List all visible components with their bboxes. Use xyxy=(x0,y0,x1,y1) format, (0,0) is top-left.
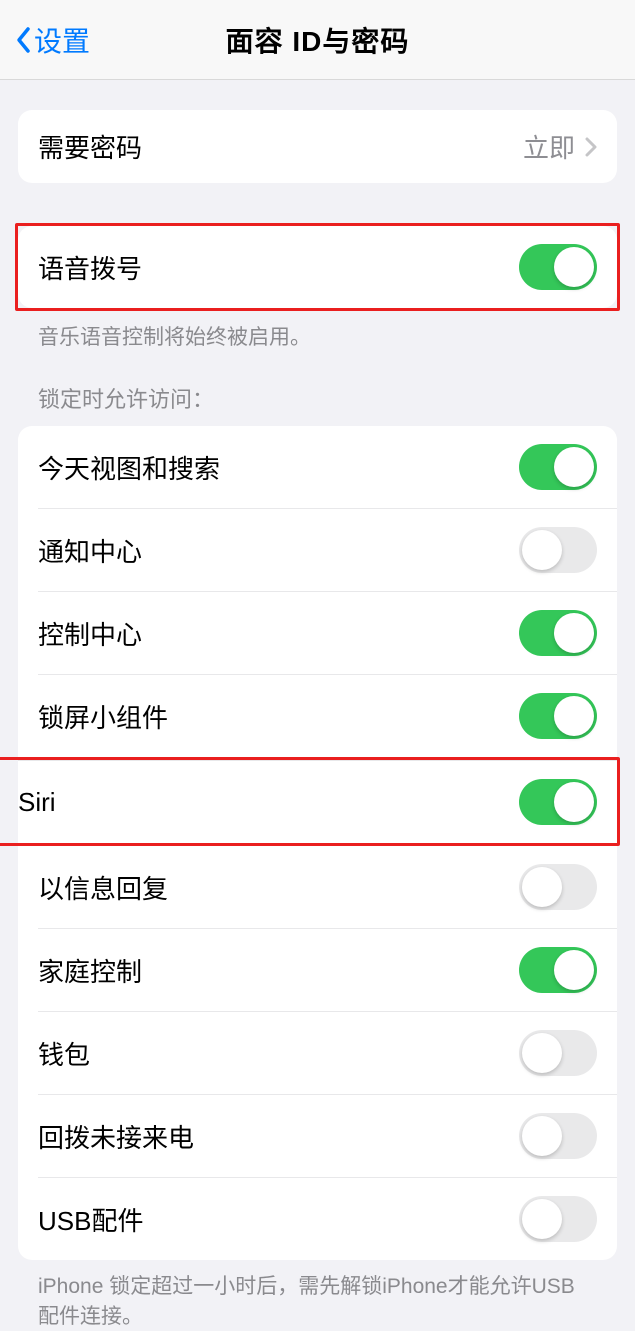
back-label: 设置 xyxy=(34,20,90,60)
toggle-usb配件[interactable] xyxy=(519,1196,597,1242)
locked-access-row-通知中心: 通知中心 xyxy=(38,508,617,591)
locked-access-label: 回拨未接来电 xyxy=(38,1118,194,1155)
toggle-钱包[interactable] xyxy=(519,1030,597,1076)
locked-access-row-今天视图和搜索: 今天视图和搜索 xyxy=(18,426,617,508)
locked-access-label: 家庭控制 xyxy=(38,952,142,989)
toggle-knob xyxy=(522,867,562,907)
locked-access-row-钱包: 钱包 xyxy=(38,1011,617,1094)
locked-access-label: Siri xyxy=(18,787,56,818)
toggle-knob xyxy=(554,613,594,653)
toggle-家庭控制[interactable] xyxy=(519,947,597,993)
voice-dial-row: 语音拨号 xyxy=(18,226,617,308)
require-passcode-row[interactable]: 需要密码 立即 xyxy=(18,110,617,183)
locked-access-row-家庭控制: 家庭控制 xyxy=(38,928,617,1011)
content: 需要密码 立即 语音拨号 音乐语音控制将始终被启用。 锁定时允许访 xyxy=(0,80,635,1331)
locked-access-label: USB配件 xyxy=(38,1201,143,1238)
locked-access-row-usb配件: USB配件 xyxy=(38,1177,617,1260)
locked-access-row-锁屏小组件: 锁屏小组件 xyxy=(38,674,617,757)
locked-access-row-回拨未接来电: 回拨未接来电 xyxy=(38,1094,617,1177)
locked-access-label: 钱包 xyxy=(38,1035,90,1072)
toggle-knob xyxy=(554,447,594,487)
chevron-right-icon xyxy=(585,137,597,157)
require-passcode-group: 需要密码 立即 xyxy=(18,110,617,183)
locked-access-label: 控制中心 xyxy=(38,615,142,652)
locked-access-row-控制中心: 控制中心 xyxy=(38,591,617,674)
voice-dial-highlight: 语音拨号 xyxy=(15,223,620,311)
require-passcode-label: 需要密码 xyxy=(38,128,142,165)
toggle-通知中心[interactable] xyxy=(519,527,597,573)
toggle-knob xyxy=(522,1116,562,1156)
toggle-knob xyxy=(522,530,562,570)
toggle-siri[interactable] xyxy=(519,779,597,825)
require-passcode-value: 立即 xyxy=(523,128,575,165)
locked-access-header: 锁定时允许访问： xyxy=(18,382,617,426)
locked-access-row-以信息回复: 以信息回复 xyxy=(18,846,617,928)
chevron-left-icon xyxy=(16,26,32,54)
page-title: 面容 ID与密码 xyxy=(226,20,410,60)
toggle-今天视图和搜索[interactable] xyxy=(519,444,597,490)
locked-access-label: 今天视图和搜索 xyxy=(38,449,220,486)
toggle-knob xyxy=(554,696,594,736)
toggle-控制中心[interactable] xyxy=(519,610,597,656)
toggle-回拨未接来电[interactable] xyxy=(519,1113,597,1159)
navigation-bar: 设置 面容 ID与密码 xyxy=(0,0,635,80)
voice-dial-label: 语音拨号 xyxy=(38,249,142,286)
locked-access-footer: iPhone 锁定超过一小时后，需先解锁iPhone才能允许USB 配件连接。 xyxy=(18,1260,617,1331)
toggle-knob xyxy=(522,1199,562,1239)
toggle-以信息回复[interactable] xyxy=(519,864,597,910)
locked-access-label: 通知中心 xyxy=(38,532,142,569)
voice-dial-toggle[interactable] xyxy=(519,244,597,290)
locked-access-label: 以信息回复 xyxy=(38,869,168,906)
row-value-area: 立即 xyxy=(523,128,597,165)
voice-dial-footer: 音乐语音控制将始终被启用。 xyxy=(18,311,617,352)
voice-dial-group: 语音拨号 xyxy=(18,226,617,308)
back-button[interactable]: 设置 xyxy=(16,20,90,60)
toggle-knob xyxy=(554,782,594,822)
toggle-knob xyxy=(522,1033,562,1073)
locked-access-row-siri: Siri xyxy=(18,760,617,843)
toggle-knob xyxy=(554,247,594,287)
toggle-knob xyxy=(554,950,594,990)
locked-access-group: 今天视图和搜索通知中心控制中心锁屏小组件 Siri 以信息回复家庭控制钱包回拨未接来… xyxy=(18,426,617,1260)
toggle-锁屏小组件[interactable] xyxy=(519,693,597,739)
siri-highlight: Siri xyxy=(0,757,620,846)
locked-access-label: 锁屏小组件 xyxy=(38,698,168,735)
